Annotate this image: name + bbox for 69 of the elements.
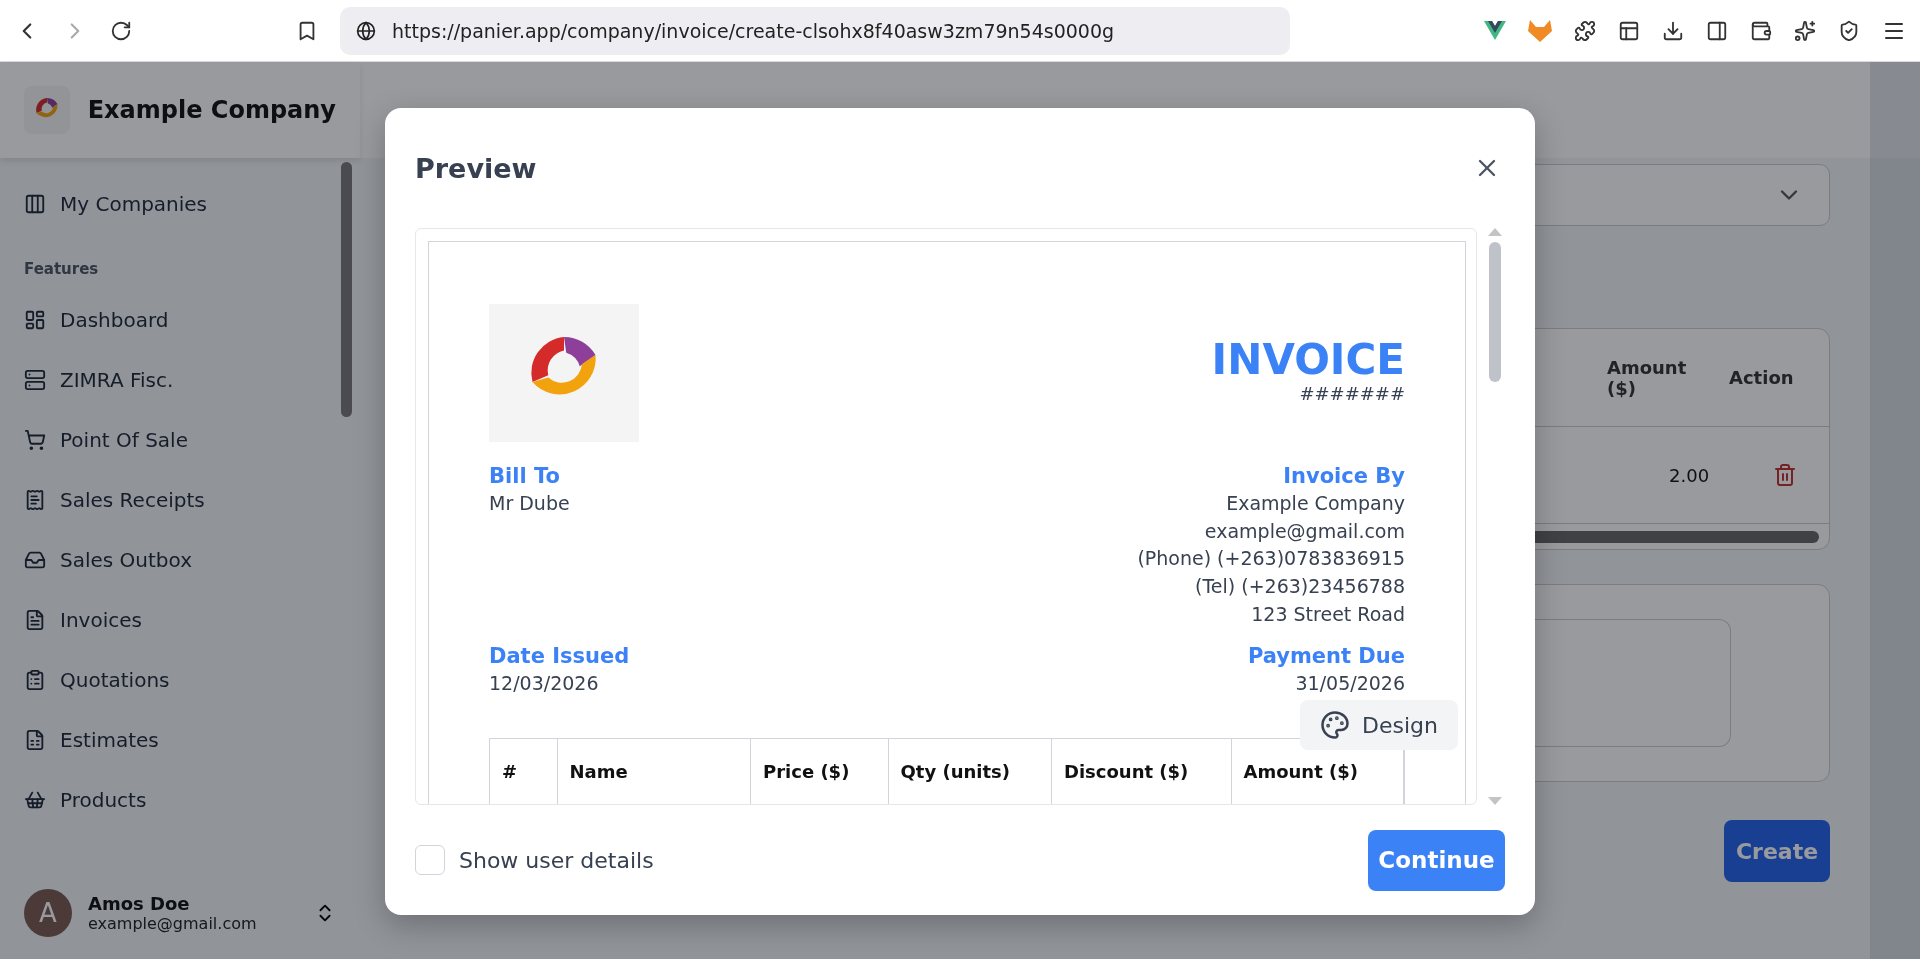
nav-item[interactable]: Dashboard (24, 290, 336, 350)
design-button[interactable]: Design (1300, 700, 1458, 750)
nav-item[interactable]: Invoices (24, 590, 336, 650)
nav-item[interactable]: Sales Outbox (24, 530, 336, 590)
create-button[interactable]: Create (1724, 820, 1830, 882)
table-header-cell: Name (557, 738, 751, 804)
receipt-icon (24, 489, 46, 511)
globe-icon (356, 20, 376, 41)
reload-icon[interactable] (110, 19, 132, 42)
invoice-title: INVOICE (1211, 336, 1405, 383)
nav-item[interactable]: Sales Receipts (24, 470, 336, 530)
bill-to-label: Bill To (489, 463, 560, 490)
palette-icon (1320, 710, 1351, 740)
invoice-by-label: Invoice By (1283, 463, 1405, 490)
invoice-number: ####### (1299, 383, 1405, 404)
sender-detail: 123 Street Road (1251, 601, 1405, 627)
address-bar[interactable]: https://panier.app/company/invoice/create-clsohx8f40asw3zm79n54s0000g (340, 6, 1290, 55)
scrollbar-thumb[interactable] (341, 162, 352, 417)
table-header-cell: Qty (units) (888, 738, 1052, 804)
company-name: Example Company (87, 96, 336, 124)
date-issued: 12/03/2026 (489, 671, 599, 697)
window-icon[interactable] (1618, 19, 1640, 42)
payment-due-date: 31/05/2026 (1295, 671, 1405, 697)
cart-icon (24, 429, 46, 451)
sender-detail: (Phone) (+263)0783836915 (1137, 546, 1405, 572)
server-icon (24, 369, 46, 391)
bill-to-name: Mr Dube (489, 491, 570, 517)
nav-item[interactable]: My Companies (24, 174, 336, 234)
trash-icon[interactable] (1773, 463, 1797, 487)
sender-detail: example@gmail.com (1204, 518, 1405, 544)
v-logo-icon[interactable] (1484, 20, 1506, 41)
columns-icon (24, 193, 46, 215)
table-header-cell: Discount ($) (1052, 738, 1232, 804)
nav-item[interactable]: Point Of Sale (24, 410, 336, 470)
column-header: Action (1729, 367, 1795, 388)
payment-due-label: Payment Due (1247, 643, 1405, 671)
checkbox[interactable] (415, 845, 445, 875)
dialog-title: Preview (415, 152, 537, 184)
url-text: https://panier.app/company/invoice/create-clsohx8f40asw3zm79n54s0000g (392, 19, 1115, 42)
section-label: Features (24, 260, 100, 278)
user-email: example@gmail.com (88, 914, 257, 933)
column-header: Amount ($) (1607, 356, 1688, 399)
nav-item[interactable]: Quotations (24, 650, 336, 710)
basket-icon (24, 789, 46, 811)
wallet-icon[interactable] (1750, 19, 1772, 42)
nav-item[interactable]: Products (24, 770, 336, 830)
continue-button[interactable]: Continue (1368, 829, 1505, 891)
document-icon (24, 609, 46, 631)
puzzle-icon[interactable] (1574, 19, 1596, 42)
sender-detail: Example Company (1226, 491, 1405, 517)
sidebar-icon[interactable] (1706, 19, 1728, 42)
table-header-cell: # (490, 738, 558, 804)
sparkles-icon[interactable] (1794, 19, 1816, 42)
spreadsheet-icon (24, 729, 46, 751)
clipboard-icon (24, 669, 46, 691)
sender-detail: (Tel) (+263)23456788 (1195, 574, 1405, 599)
dashboard-icon (24, 309, 46, 331)
nav-item[interactable]: ZIMRA Fisc. (24, 350, 336, 410)
user-avatar: A (24, 889, 72, 937)
download-icon[interactable] (1662, 19, 1684, 42)
shield-icon[interactable] (1838, 19, 1860, 42)
date-issued-label: Date Issued (489, 643, 630, 671)
nav-item[interactable]: Estimates (24, 710, 336, 770)
amount-cell-text: 2.00 (1669, 464, 1711, 486)
checkbox-label: Show user details (459, 847, 654, 873)
inbox-icon (24, 549, 46, 571)
user-name: Amos Doe (88, 893, 190, 914)
scrollbar-thumb[interactable] (1489, 242, 1501, 382)
table-header-cell: Price ($) (751, 738, 889, 804)
